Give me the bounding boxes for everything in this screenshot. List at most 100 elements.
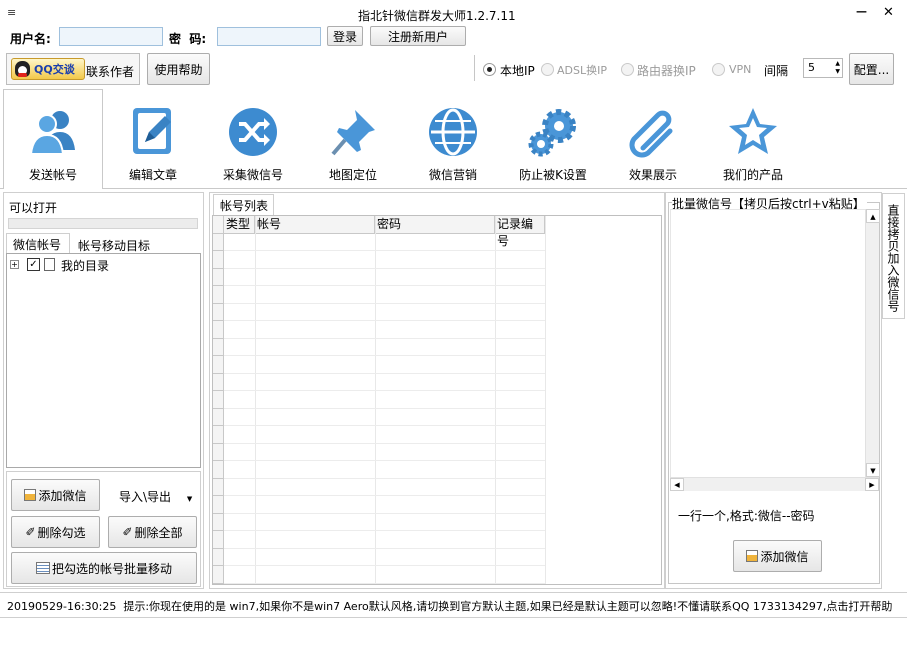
column-header-account[interactable]: 帐号 [255,216,375,234]
row-header-cell[interactable] [213,304,224,321]
table-row[interactable] [213,322,545,339]
scroll-up-icon[interactable]: ▲ [866,209,880,223]
tree-checkbox[interactable]: ✓ [27,258,40,271]
import-export-dropdown[interactable]: 导入\导出 ▼ [119,488,192,505]
table-row[interactable] [213,287,545,304]
can-open-label: 可以打开 [9,201,58,215]
tool-send-account[interactable]: 发送帐号 [3,90,103,185]
table-row[interactable] [213,427,545,444]
row-header-cell[interactable] [213,234,224,251]
table-row[interactable] [213,549,545,566]
row-header-cell[interactable] [213,479,224,496]
row-header-cell[interactable] [213,287,224,304]
eraser-icon: ✐ [25,525,36,539]
table-row[interactable] [213,409,545,426]
qq-chat-button[interactable]: QQ交谈 [11,58,85,80]
tab-move-target[interactable]: 帐号移动目标 [78,237,150,254]
button-label: 添加微信 [38,488,87,503]
close-icon[interactable]: ✕ [883,5,894,20]
column-header-type[interactable]: 类型 [224,216,255,234]
radio-vpn[interactable] [712,63,725,76]
row-header-cell[interactable] [213,427,224,444]
table-row[interactable] [213,339,545,356]
row-header-cell[interactable] [213,409,224,426]
table-row[interactable] [213,497,545,514]
username-input[interactable] [59,27,163,46]
tool-wechat-marketing[interactable]: 微信营销 [403,90,503,185]
tree-root-label[interactable]: 我的目录 [61,257,109,274]
row-header-cell[interactable] [213,252,224,269]
row-header-cell[interactable] [213,514,224,531]
contact-author-label[interactable]: 联系作者 [86,63,134,80]
side-tab-direct-copy[interactable]: 直接拷贝加入微信号 [882,193,905,319]
row-header-cell[interactable] [213,269,224,286]
row-header-cell[interactable] [213,532,224,549]
account-grid[interactable]: 类型 帐号 密码 记录编号 [212,215,662,585]
tool-map-location[interactable]: 地图定位 [303,90,403,185]
scroll-left-icon[interactable]: ◀ [670,478,684,491]
password-input[interactable] [217,27,321,46]
tool-anti-ban-settings[interactable]: 防止被K设置 [503,90,603,185]
delete-all-button[interactable]: ✐ 删除全部 [108,516,197,548]
tool-effect-display[interactable]: 效果展示 [603,90,703,185]
row-header-cell[interactable] [213,567,224,584]
column-header-record-no[interactable]: 记录编号 [495,216,545,248]
radio-adsl-ip[interactable] [541,63,554,76]
tool-collect-wechat[interactable]: 采集微信号 [203,90,303,185]
menu-icon[interactable]: ≡ [7,6,16,19]
row-header-cell[interactable] [213,497,224,514]
radio-router-ip[interactable] [621,63,634,76]
vertical-scrollbar[interactable]: ▲ ▼ [865,209,880,477]
qq-chat-label: QQ交谈 [34,63,75,76]
table-row[interactable] [213,374,545,391]
radio-local-ip[interactable] [483,63,496,76]
scroll-right-icon[interactable]: ▶ [865,478,879,491]
row-header-cell[interactable] [213,392,224,409]
scroll-down-icon[interactable]: ▼ [866,463,880,477]
row-header-cell[interactable] [213,322,224,339]
table-row[interactable] [213,234,545,251]
tool-edit-article[interactable]: 编辑文章 [103,90,203,185]
tab-label: 微信帐号 [13,238,62,252]
row-header-cell[interactable] [213,357,224,374]
tool-label: 效果展示 [628,168,677,182]
delete-checked-button[interactable]: ✐ 删除勾选 [11,516,100,548]
interval-down-icon[interactable]: ▼ [835,68,840,75]
column-header-password[interactable]: 密码 [375,216,495,234]
interval-stepper[interactable]: 5 ▲ ▼ [803,58,843,78]
tool-our-products[interactable]: 我们的产品 [703,90,803,185]
table-row[interactable] [213,462,545,479]
help-button[interactable]: 使用帮助 [147,53,210,85]
batch-textarea[interactable] [670,209,879,491]
horizontal-scrollbar[interactable]: ◀ ▶ [670,477,879,491]
row-header-cell[interactable] [213,374,224,391]
login-button[interactable]: 登录 [327,26,363,46]
tab-account-list[interactable]: 帐号列表 [213,194,274,215]
row-header-cell[interactable] [213,462,224,479]
table-row[interactable] [213,392,545,409]
tab-wechat-account[interactable]: 微信帐号 [6,233,70,254]
tree-expand-icon[interactable]: + [10,260,19,269]
table-row[interactable] [213,304,545,321]
table-row[interactable] [213,532,545,549]
row-header-cell[interactable] [213,339,224,356]
add-wechat-button[interactable]: 添加微信 [11,479,100,511]
batch-add-wechat-button[interactable]: 添加微信 [733,540,822,572]
table-row[interactable] [213,444,545,461]
table-row[interactable] [213,479,545,496]
batch-move-button[interactable]: 把勾选的帐号批量移动 [11,552,197,584]
interval-up-icon[interactable]: ▲ [835,60,840,67]
table-row[interactable] [213,567,545,584]
row-header-cell[interactable] [213,549,224,566]
table-row[interactable] [213,252,545,269]
config-button[interactable]: 配置... [849,53,894,85]
register-button[interactable]: 注册新用户 [370,26,466,46]
minimize-icon[interactable]: — [856,5,867,18]
table-row[interactable] [213,269,545,286]
paperclip-icon [629,110,673,158]
router-ip-label: 路由器换IP [637,64,696,78]
table-row[interactable] [213,357,545,374]
button-label: 删除全部 [134,525,183,540]
table-row[interactable] [213,514,545,531]
row-header-cell[interactable] [213,444,224,461]
